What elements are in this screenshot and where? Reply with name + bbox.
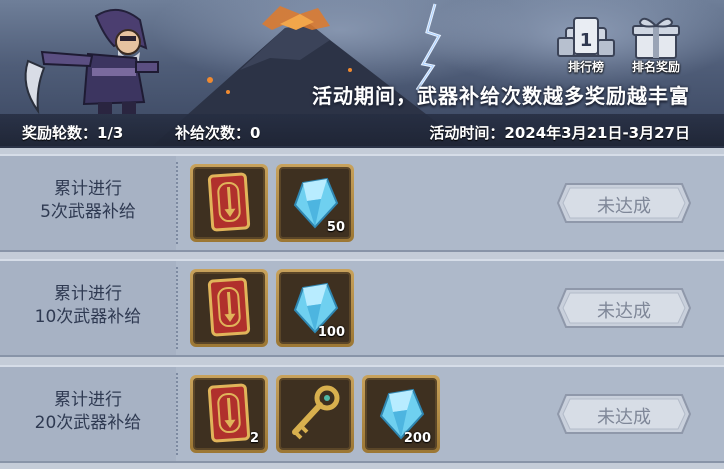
unreached-status-button[interactable]: 未达成 [556, 287, 692, 329]
reward-row: 累计进行 10次武器补给 100 未达成 [0, 259, 724, 357]
unreached-status-button[interactable]: 未达成 [556, 393, 692, 435]
leaderboard-icon: 1 [557, 17, 615, 57]
status-label: 未达成 [597, 301, 651, 322]
reward-item-key[interactable] [276, 375, 354, 453]
reward-item-weapon-card[interactable]: 2 [190, 375, 268, 453]
activity-panel: 1 排行榜 排名奖励 活动期间，武器补给次数越多奖励越丰富 奖励轮数：1/3 补… [0, 0, 724, 469]
reward-item-diamond[interactable]: 200 [362, 375, 440, 453]
key-icon [292, 385, 340, 440]
reward-condition: 累计进行 20次武器补给 [34, 390, 142, 433]
supply-count-text: 补给次数：0 [175, 124, 261, 142]
item-quantity: 50 [326, 220, 345, 235]
rank-reward-button[interactable]: 排名奖励 [626, 14, 686, 76]
reward-round-text: 奖励轮数：1/3 [22, 124, 124, 142]
reward-item-diamond[interactable]: 100 [276, 269, 354, 347]
status-label: 未达成 [597, 407, 651, 428]
reward-condition: 累计进行 5次武器补给 [40, 179, 136, 222]
event-info-bar: 奖励轮数：1/3 补给次数：0 活动时间：2024年3月21日-3月27日 [0, 114, 724, 146]
reward-item-weapon-card[interactable] [190, 269, 268, 347]
gift-icon [632, 17, 680, 59]
leaderboard-badge: 1 [580, 30, 593, 51]
leaderboard-label: 排行榜 [567, 60, 604, 74]
hero-character-icon [24, 9, 159, 115]
rank-reward-label: 排名奖励 [631, 60, 680, 74]
leaderboard-button[interactable]: 1 排行榜 [556, 14, 616, 76]
status-label: 未达成 [597, 196, 651, 217]
item-quantity: 2 [249, 431, 259, 446]
event-time-text: 活动时间：2024年3月21日-3月27日 [429, 124, 690, 142]
weapon-card-icon [207, 277, 251, 337]
event-banner: 1 排行榜 排名奖励 活动期间，武器补给次数越多奖励越丰富 奖励轮数：1/3 补… [0, 0, 724, 148]
reward-item-weapon-card[interactable] [190, 164, 268, 242]
item-quantity: 200 [403, 431, 431, 446]
weapon-card-icon [207, 172, 251, 232]
reward-row: 累计进行 5次武器补给 50 未达成 [0, 154, 724, 252]
event-description: 活动期间，武器补给次数越多奖励越丰富 [312, 84, 690, 108]
unreached-status-button[interactable]: 未达成 [556, 182, 692, 224]
item-quantity: 100 [317, 325, 345, 340]
reward-condition: 累计进行 10次武器补给 [34, 284, 142, 327]
lightning-icon [415, 3, 442, 91]
reward-item-diamond[interactable]: 50 [276, 164, 354, 242]
reward-row: 累计进行 20次武器补给 2 200 未达成 [0, 365, 724, 463]
